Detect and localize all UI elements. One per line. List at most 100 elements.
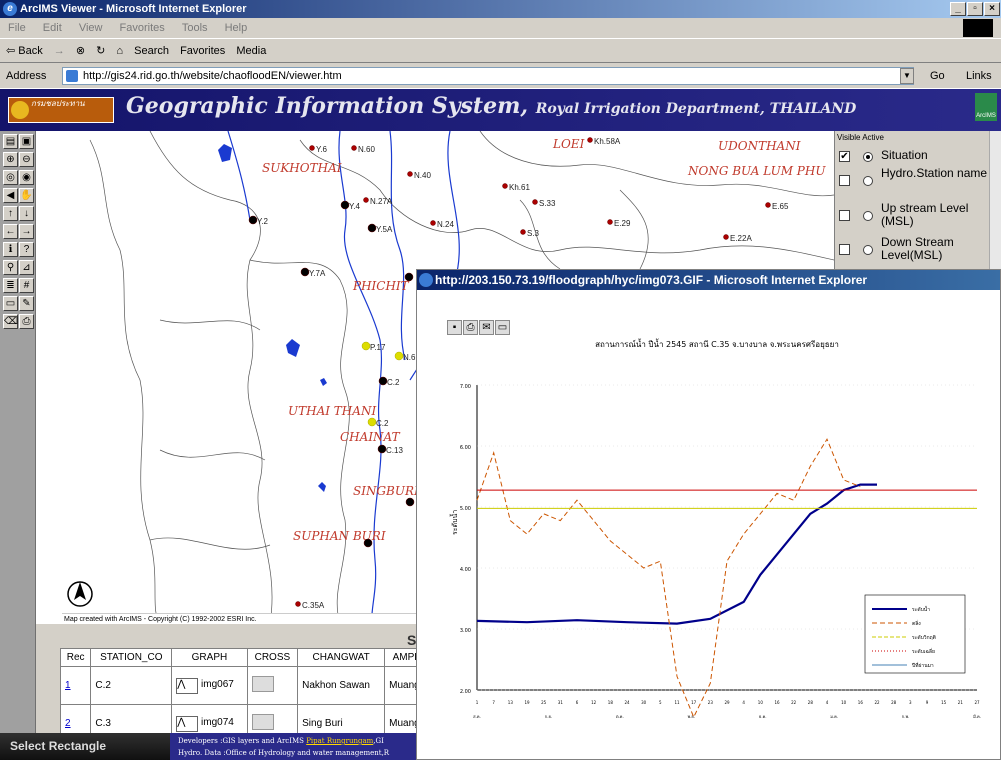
station-marker[interactable] <box>405 497 415 507</box>
menu-bar: File Edit View Favorites Tools Help <box>0 18 1001 38</box>
print-icon[interactable]: ⎙ <box>19 314 34 329</box>
layer-visible-checkbox[interactable] <box>839 244 850 255</box>
station-marker[interactable] <box>351 145 357 151</box>
graph-popup-window[interactable]: http://203.150.73.19/floodgraph/hyc/img0… <box>416 269 1001 760</box>
station-marker[interactable] <box>295 601 301 607</box>
station-marker[interactable] <box>723 234 729 240</box>
window-titlebar[interactable]: e ArcIMS Viewer - Microsoft Internet Exp… <box>0 0 1001 18</box>
mail-icon[interactable]: ✉ <box>479 320 494 335</box>
layer-visible-checkbox[interactable] <box>839 175 850 186</box>
buffer-icon[interactable]: # <box>19 278 34 293</box>
col-header: Rec <box>59 648 92 667</box>
station-marker[interactable] <box>340 200 350 210</box>
stop-button[interactable]: ⊗ <box>76 45 85 57</box>
arcims-icon[interactable]: ArcIMS <box>975 93 997 121</box>
developer-link[interactable]: Pipat Rungrungam <box>306 737 373 745</box>
zoom-last-icon[interactable]: ◀ <box>3 188 18 203</box>
toggle-overview-icon[interactable]: ▣ <box>19 134 34 149</box>
layer-active-radio[interactable] <box>863 211 873 221</box>
graph-cell[interactable]: ⋀ img067 <box>171 666 248 705</box>
layer-active-radio[interactable] <box>863 245 873 255</box>
station-marker[interactable] <box>502 183 508 189</box>
layer-visible-checkbox[interactable] <box>839 210 850 221</box>
station-label: N.27A <box>370 197 393 206</box>
measure-icon[interactable]: ⊿ <box>19 260 34 275</box>
search-button[interactable]: Search <box>134 45 169 57</box>
address-dropdown[interactable]: ▼ <box>900 68 914 84</box>
identify-icon[interactable]: ℹ <box>3 242 18 257</box>
maximize-button[interactable]: ▫ <box>967 2 983 16</box>
links-button[interactable]: Links <box>966 63 992 89</box>
y-tick-label: 7.00 <box>460 384 471 390</box>
station-marker[interactable] <box>404 272 414 282</box>
station-marker[interactable] <box>394 351 404 361</box>
toggle-legend-icon[interactable]: ▤ <box>3 134 18 149</box>
station-marker[interactable] <box>407 171 413 177</box>
station-marker[interactable] <box>378 376 388 386</box>
pan-north-icon[interactable]: ↑ <box>3 206 18 221</box>
show-folder-icon[interactable]: ▭ <box>495 320 510 335</box>
popup-titlebar[interactable]: http://203.150.73.19/floodgraph/hyc/img0… <box>417 270 1000 290</box>
app-title-sub: Royal Irrigation Department, THAILAND <box>535 101 857 117</box>
full-extent-icon[interactable]: ◎ <box>3 170 18 185</box>
zoom-in-icon[interactable]: ⊕ <box>3 152 18 167</box>
query-icon[interactable]: ? <box>19 242 34 257</box>
menu-help[interactable]: Help <box>225 22 248 34</box>
pan-icon[interactable]: ✋ <box>19 188 34 203</box>
pan-south-icon[interactable]: ↓ <box>19 206 34 221</box>
station-marker[interactable] <box>361 341 371 351</box>
select-shape-icon[interactable]: ✎ <box>19 296 34 311</box>
zoom-out-icon[interactable]: ⊖ <box>19 152 34 167</box>
layer-active-radio[interactable] <box>863 152 873 162</box>
station-marker[interactable] <box>367 417 377 427</box>
pan-west-icon[interactable]: ← <box>3 224 18 239</box>
station-marker[interactable] <box>367 223 377 233</box>
station-marker[interactable] <box>309 145 315 151</box>
station-marker[interactable] <box>765 202 771 208</box>
x-tick-label: 6 <box>576 700 579 705</box>
select-rectangle-icon[interactable]: ▭ <box>3 296 18 311</box>
find-icon[interactable]: ⚲ <box>3 260 18 275</box>
home-button[interactable]: ⌂ <box>116 45 123 57</box>
menu-favorites[interactable]: Favorites <box>120 22 165 34</box>
station-marker[interactable] <box>248 215 258 225</box>
minimize-button[interactable]: _ <box>950 2 966 16</box>
print-icon[interactable]: ⎙ <box>463 320 478 335</box>
month-label: ม.ค. <box>830 714 838 719</box>
credits-line1-tail: ,GI <box>373 737 384 745</box>
clear-selection-icon[interactable]: ⌫ <box>3 314 18 329</box>
back-button[interactable]: ⇦ Back <box>6 45 43 57</box>
station-marker[interactable] <box>300 267 310 277</box>
col-header: CROSS <box>246 648 299 667</box>
zoom-active-icon[interactable]: ◉ <box>19 170 34 185</box>
cross-section-cell[interactable] <box>246 666 299 705</box>
layer-visible-checkbox[interactable]: ✔ <box>839 151 850 162</box>
layer-active-radio[interactable] <box>863 176 873 186</box>
station-marker[interactable] <box>607 219 613 225</box>
layer-list-scrollbar[interactable] <box>989 131 1001 269</box>
reservoir-shape <box>320 378 327 386</box>
station-marker[interactable] <box>587 137 593 143</box>
pan-east-icon[interactable]: → <box>19 224 34 239</box>
address-input[interactable]: http://gis24.rid.go.th/website/chaoflood… <box>62 67 914 85</box>
media-button[interactable]: Media <box>236 45 266 57</box>
save-icon[interactable]: ▪ <box>447 320 462 335</box>
menu-file[interactable]: File <box>8 22 26 34</box>
station-marker[interactable] <box>520 229 526 235</box>
forward-button[interactable]: → <box>54 45 65 57</box>
station-marker[interactable] <box>363 538 373 548</box>
refresh-button[interactable]: ↻ <box>96 45 105 57</box>
record-link[interactable]: 2 <box>65 718 71 729</box>
menu-edit[interactable]: Edit <box>43 22 62 34</box>
favorites-button[interactable]: Favorites <box>180 45 225 57</box>
station-marker[interactable] <box>532 199 538 205</box>
station-marker[interactable] <box>363 197 369 203</box>
record-link[interactable]: 1 <box>65 680 71 691</box>
go-button[interactable]: Go <box>930 63 945 89</box>
menu-tools[interactable]: Tools <box>182 22 208 34</box>
menu-view[interactable]: View <box>79 22 103 34</box>
set-units-icon[interactable]: ≣ <box>3 278 18 293</box>
station-marker[interactable] <box>377 444 387 454</box>
close-button[interactable]: × <box>984 2 1000 16</box>
station-marker[interactable] <box>430 220 436 226</box>
